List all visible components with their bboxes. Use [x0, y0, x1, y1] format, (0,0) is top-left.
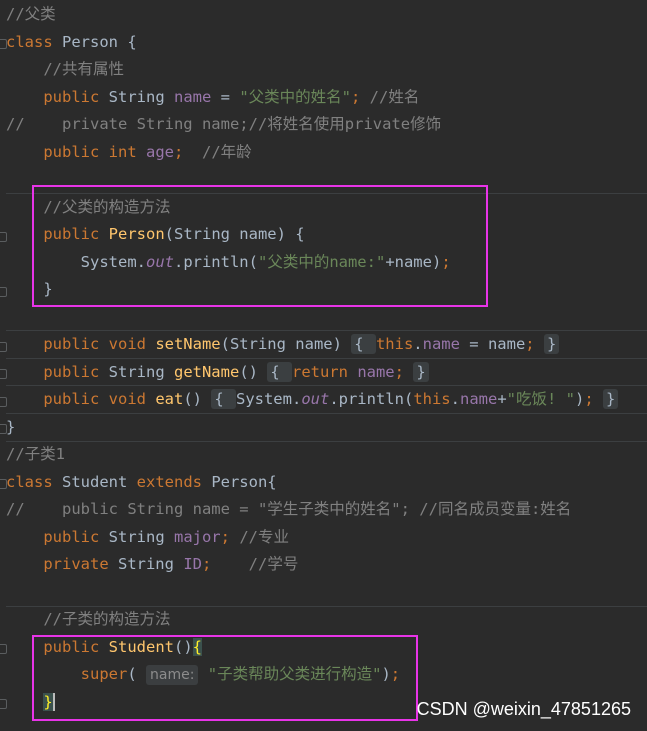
code-token: System.: [235, 390, 302, 408]
code-token: "父类中的姓名": [239, 87, 351, 106]
code-token: .println(: [329, 390, 414, 408]
code-token: {: [211, 389, 236, 409]
code-token: ;: [525, 335, 544, 353]
highlight-box-child-constructor: [32, 635, 418, 721]
code-token: public void: [43, 335, 156, 353]
code-token: ): [574, 390, 585, 408]
code-token: }: [543, 334, 560, 354]
code-token: }: [603, 389, 619, 409]
code-token: ;: [584, 390, 603, 408]
code-token: ID: [183, 555, 202, 573]
code-token: public void: [43, 390, 156, 408]
code-token: return: [291, 362, 358, 381]
method-separator: [6, 441, 647, 442]
code-token: //年龄: [201, 142, 252, 161]
code-line[interactable]: public String name = "父类中的姓名"; //姓名: [6, 84, 419, 111]
watermark: CSDN @weixin_47851265: [416, 699, 631, 719]
code-token: setName: [155, 335, 221, 353]
code-line[interactable]: //子类1: [6, 441, 65, 468]
code-token: {: [267, 361, 292, 382]
code-line[interactable]: public String getName() { return name; }: [6, 359, 429, 386]
code-token: //子类的构造方法: [43, 610, 171, 628]
code-line[interactable]: //共有属性: [6, 56, 124, 83]
code-line[interactable]: class Person {: [6, 29, 137, 56]
code-token: ;: [220, 527, 240, 546]
code-editor[interactable]: //父类 class Person { //共有属性 public String …: [0, 0, 647, 731]
code-token: extends: [136, 472, 212, 491]
code-token: name: [357, 362, 395, 381]
code-line[interactable]: class Student extends Person{: [6, 469, 277, 496]
code-token: (): [239, 362, 268, 381]
code-token: String: [117, 555, 184, 573]
highlight-box-parent-constructor: [32, 185, 488, 307]
code-line[interactable]: public void eat() { System.out.println(t…: [6, 386, 619, 413]
code-token: ;: [173, 142, 202, 161]
code-token: //姓名: [369, 87, 420, 106]
code-token: }: [6, 417, 16, 436]
code-token: //学号: [248, 555, 299, 573]
code-token: }: [413, 361, 429, 382]
code-token: "吃饭! ": [506, 390, 575, 408]
code-token: this: [375, 335, 414, 353]
code-line[interactable]: }: [6, 414, 15, 441]
code-token: //专业: [239, 527, 289, 546]
code-token: = name: [459, 335, 526, 353]
code-token: major: [173, 527, 221, 546]
code-token: =: [211, 87, 240, 106]
code-token: // public String name = "学生子类中的姓名"; //同名…: [6, 500, 572, 518]
code-token: eat: [155, 390, 184, 408]
code-token: Person {: [62, 32, 137, 51]
code-token: //子类1: [6, 445, 65, 463]
code-token: (): [183, 390, 212, 408]
code-line[interactable]: // public String name = "学生子类中的姓名"; //同名…: [6, 496, 571, 523]
code-line[interactable]: public String major; //专业: [6, 524, 289, 551]
code-token: name: [422, 335, 460, 353]
code-token: public: [43, 527, 109, 546]
code-token: ;: [394, 362, 414, 381]
code-line[interactable]: private String ID; //学号: [6, 551, 298, 578]
code-token: //共有属性: [43, 60, 124, 78]
code-token: .: [413, 335, 423, 353]
code-token: public: [43, 87, 109, 106]
code-line[interactable]: //子类的构造方法: [6, 606, 171, 633]
code-token: public int: [43, 142, 146, 161]
code-line[interactable]: public int age; //年龄: [6, 139, 252, 166]
code-token: class: [6, 472, 62, 491]
code-token: +: [497, 390, 507, 408]
code-token: name: [459, 390, 498, 408]
code-token: (String name): [220, 335, 352, 353]
code-token: getName: [173, 362, 240, 381]
code-line[interactable]: // private String name;//将姓名使用private修饰: [6, 111, 441, 138]
method-separator: [6, 413, 647, 414]
code-token: public: [43, 362, 109, 381]
code-token: Person{: [211, 472, 277, 491]
code-token: Student: [62, 472, 137, 491]
code-line[interactable]: public void setName(String name) { this.…: [6, 331, 560, 358]
code-token: ;: [350, 87, 370, 106]
code-token: ;: [201, 555, 249, 573]
code-token: age: [145, 142, 174, 161]
code-token: // private String name;//将姓名使用private修饰: [6, 115, 442, 133]
code-line[interactable]: //父类: [6, 1, 56, 28]
code-token: this: [413, 390, 451, 408]
code-token: .: [450, 390, 460, 408]
code-token: name: [173, 87, 212, 106]
code-token: String: [108, 362, 174, 381]
code-token: out: [301, 390, 330, 408]
code-token: //父类: [6, 5, 56, 23]
code-token: private: [43, 555, 118, 573]
code-token: {: [351, 334, 376, 354]
code-token: String: [108, 527, 174, 546]
code-token: String: [108, 87, 174, 106]
code-token: class: [6, 32, 62, 51]
